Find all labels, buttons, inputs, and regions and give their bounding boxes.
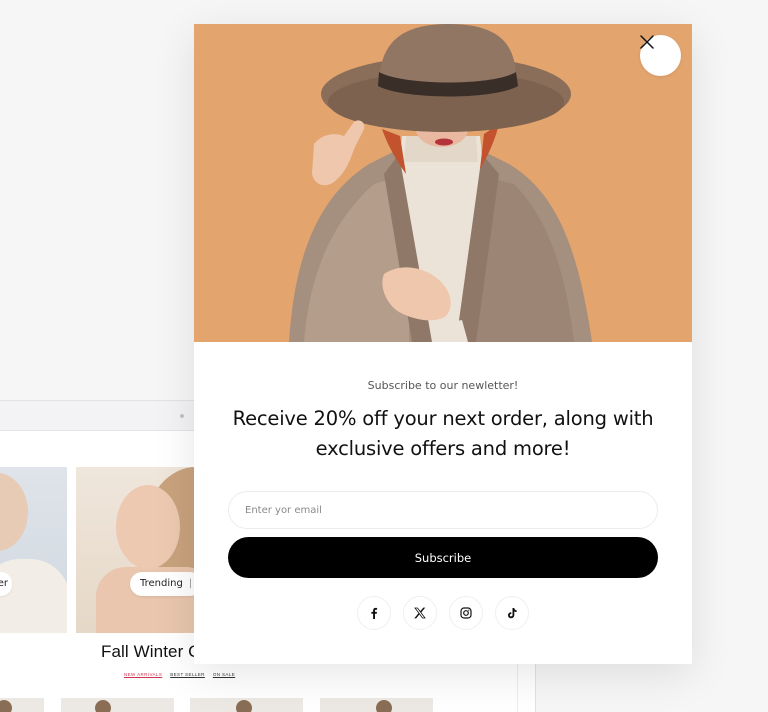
product-thumbnail[interactable] [61,698,174,712]
popup-hero-image [194,24,692,342]
facebook-link[interactable] [357,596,391,630]
subscribe-button[interactable]: Subscribe [228,537,658,578]
close-button[interactable] [640,35,681,76]
tab-on-sale[interactable]: ON SALE [213,672,235,677]
x-twitter-link[interactable] [403,596,437,630]
product-thumbnail[interactable] [320,698,433,712]
collection-tabs: NEW ARRIVALS BEST SELLER ON SALE [124,672,235,677]
close-icon [640,35,654,49]
hero-tag-label: er [0,578,8,589]
hero-image-model-1 [0,467,67,633]
instagram-icon [460,607,472,619]
email-field[interactable] [228,491,658,529]
product-thumbnail[interactable] [0,698,44,712]
tab-new-arrivals[interactable]: NEW ARRIVALS [124,672,162,677]
product-thumbnail[interactable] [190,698,303,712]
hero-tag-label: Trending [140,578,183,589]
newsletter-popup: Subscribe to our newletter! Receive 20% … [194,24,692,664]
tiktok-link[interactable] [495,596,529,630]
popup-headline: Receive 20% off your next order, along w… [232,407,654,460]
facebook-icon [371,607,378,619]
x-twitter-icon [414,607,426,619]
popup-eyebrow: Subscribe to our newletter! [367,379,519,392]
model-in-hat-illustration [289,24,592,342]
social-links [194,596,692,630]
tab-best-seller[interactable]: BEST SELLER [170,672,205,677]
collection-title: Fall Winter C [101,642,201,661]
hero-tag-pill-trending[interactable]: Trending | [130,572,203,596]
instagram-link[interactable] [449,596,483,630]
tiktok-icon [508,608,517,619]
hero-tag-separator: | [188,578,193,589]
chrome-dot [180,414,184,418]
